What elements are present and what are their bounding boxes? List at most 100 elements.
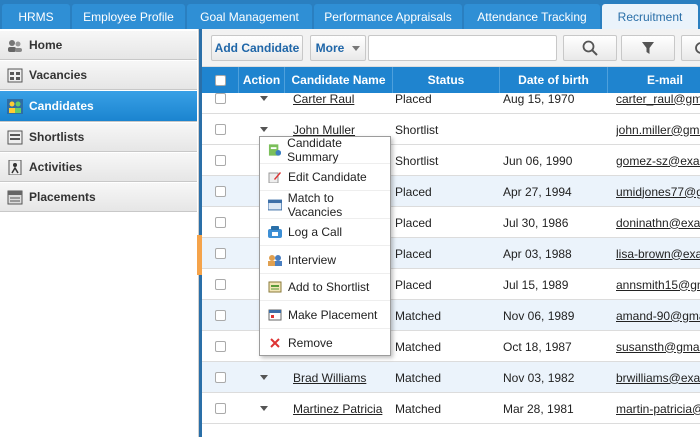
sidebar-item-placements[interactable]: Placements — [0, 183, 197, 212]
sidebar-item-vacancies[interactable]: Vacancies — [0, 61, 197, 90]
row-select-cell — [215, 176, 235, 207]
cell-email[interactable]: john.miller@gmai — [616, 114, 700, 145]
table-row[interactable]: Martinez Patricia Matched Mar 28, 1981 mart… — [202, 393, 700, 424]
row-select-cell — [215, 300, 235, 331]
sidebar-item-candidates[interactable]: Candidates — [0, 91, 197, 122]
sidebar-item-shortlists[interactable]: Shortlists — [0, 123, 197, 152]
cell-email[interactable]: gomez-sz@exam — [616, 145, 700, 176]
row-action-cell — [260, 393, 276, 424]
tab-performance-appraisals[interactable]: Performance Appraisals — [314, 4, 462, 29]
cell-date-of-birth: Jul 15, 1989 — [503, 269, 606, 300]
tab-employee-profile[interactable]: Employee Profile — [72, 4, 185, 29]
menu-item-log-a-call[interactable]: Log a Call — [260, 219, 390, 246]
search-button[interactable] — [563, 35, 617, 61]
tab-attendance-tracking[interactable]: Attendance Tracking — [464, 4, 600, 29]
cell-date-of-birth: Jun 06, 1990 — [503, 145, 606, 176]
row-select-cell — [215, 393, 235, 424]
cell-candidate-name[interactable]: Martinez Patricia — [293, 393, 393, 424]
cell-status: Matched — [395, 393, 498, 424]
email-text: lisa-brown@exam — [616, 246, 700, 261]
row-checkbox[interactable] — [215, 217, 226, 228]
menu-item-add-to-shortlist[interactable]: Add to Shortlist — [260, 274, 390, 301]
shortlists-icon — [7, 130, 23, 145]
menu-item-label: Add to Shortlist — [288, 280, 370, 294]
tab-goal-management[interactable]: Goal Management — [187, 4, 312, 29]
cell-candidate-name[interactable]: Carter Raul — [293, 83, 393, 114]
action-dropdown-icon[interactable] — [260, 406, 268, 411]
tab-hrms[interactable]: HRMS — [2, 4, 70, 29]
menu-item-match-to-vacancies[interactable]: Match to Vacancies — [260, 191, 390, 219]
sidebar-item-label: Activities — [29, 160, 83, 174]
cell-email[interactable]: doninathn@exam — [616, 207, 700, 238]
chevron-down-icon — [352, 45, 361, 51]
cell-date-of-birth — [503, 114, 606, 145]
email-text: susansth@gmail — [616, 339, 700, 354]
row-checkbox[interactable] — [215, 186, 226, 197]
tab-recruitment[interactable]: Recruitment — [602, 4, 698, 29]
status-text: Placed — [395, 215, 432, 230]
cell-date-of-birth: Nov 03, 1982 — [503, 362, 606, 393]
status-text: Matched — [395, 339, 442, 354]
menu-item-label: Make Placement — [288, 308, 378, 322]
email-text: john.miller@gmai — [616, 122, 700, 137]
search-input[interactable] — [368, 35, 557, 61]
date-of-birth-text: Nov 03, 1982 — [503, 370, 575, 385]
edit-icon — [268, 172, 281, 183]
menu-item-candidate-summary[interactable]: Candidate Summary — [260, 136, 390, 164]
row-checkbox[interactable] — [215, 155, 226, 166]
action-dropdown-icon[interactable] — [260, 375, 268, 380]
row-checkbox[interactable] — [215, 403, 226, 414]
cell-email[interactable]: carter_raul@gmai — [616, 83, 700, 114]
table-row[interactable]: Brad Williams Matched Nov 03, 1982 brwillia… — [202, 362, 700, 393]
menu-item-edit-candidate[interactable]: Edit Candidate — [260, 164, 390, 191]
search-icon — [582, 40, 598, 56]
menu-item-interview[interactable]: Interview — [260, 247, 390, 274]
cell-email[interactable]: susansth@gmail — [616, 331, 700, 362]
cell-email[interactable]: lisa-brown@exam — [616, 238, 700, 269]
cell-candidate-name[interactable]: Brad Williams — [293, 362, 393, 393]
email-text: gomez-sz@exam — [616, 153, 700, 168]
row-select-cell — [215, 238, 235, 269]
menu-item-label: Match to Vacancies — [287, 191, 343, 219]
sidebar-item-home[interactable]: Home — [0, 31, 197, 60]
refresh-button[interactable] — [681, 35, 700, 61]
menu-item-remove[interactable]: Remove — [260, 329, 390, 356]
action-dropdown-icon[interactable] — [260, 96, 268, 101]
row-checkbox[interactable] — [215, 310, 226, 321]
status-text: Placed — [395, 277, 432, 292]
cell-status: Shortlist — [395, 114, 498, 145]
cell-email[interactable]: brwilliams@exam — [616, 362, 700, 393]
row-checkbox[interactable] — [215, 372, 226, 383]
email-text: annsmith15@gm — [616, 277, 700, 292]
row-checkbox[interactable] — [215, 341, 226, 352]
cell-email[interactable]: annsmith15@gm — [616, 269, 700, 300]
filter-button[interactable] — [621, 35, 675, 61]
summary-icon — [268, 144, 282, 156]
row-select-cell — [215, 362, 235, 393]
cell-email[interactable]: martin-patricia@ — [616, 393, 700, 424]
more-dropdown-button[interactable]: More — [310, 35, 366, 61]
cell-status: Placed — [395, 176, 498, 207]
sidebar: Home Vacancies Candidates Shortlists Act… — [0, 29, 199, 437]
cell-status: Shortlist — [395, 145, 498, 176]
menu-item-label: Interview — [288, 253, 337, 267]
cell-date-of-birth: Nov 06, 1989 — [503, 300, 606, 331]
cell-email[interactable]: umidjones77@gm — [616, 176, 700, 207]
menu-item-make-placement[interactable]: Make Placement — [260, 302, 390, 329]
status-text: Shortlist — [395, 122, 439, 137]
add-candidate-button[interactable]: Add Candidate — [211, 35, 303, 61]
table-row[interactable]: Carter Raul Placed Aug 15, 1970 carter_raul… — [202, 83, 700, 114]
email-text: doninathn@exam — [616, 215, 700, 230]
refresh-icon — [695, 42, 700, 54]
cell-status: Placed — [395, 269, 498, 300]
tab-label: Performance Appraisals — [324, 9, 452, 24]
sidebar-item-activities[interactable]: Activities — [0, 153, 197, 182]
row-checkbox[interactable] — [215, 248, 226, 259]
cell-email[interactable]: amand-90@gma — [616, 300, 700, 331]
row-checkbox[interactable] — [215, 124, 226, 135]
row-checkbox[interactable] — [215, 279, 226, 290]
action-dropdown-icon[interactable] — [260, 127, 268, 132]
cell-status: Matched — [395, 300, 498, 331]
cell-date-of-birth: Apr 03, 1988 — [503, 238, 606, 269]
row-checkbox[interactable] — [215, 93, 226, 104]
